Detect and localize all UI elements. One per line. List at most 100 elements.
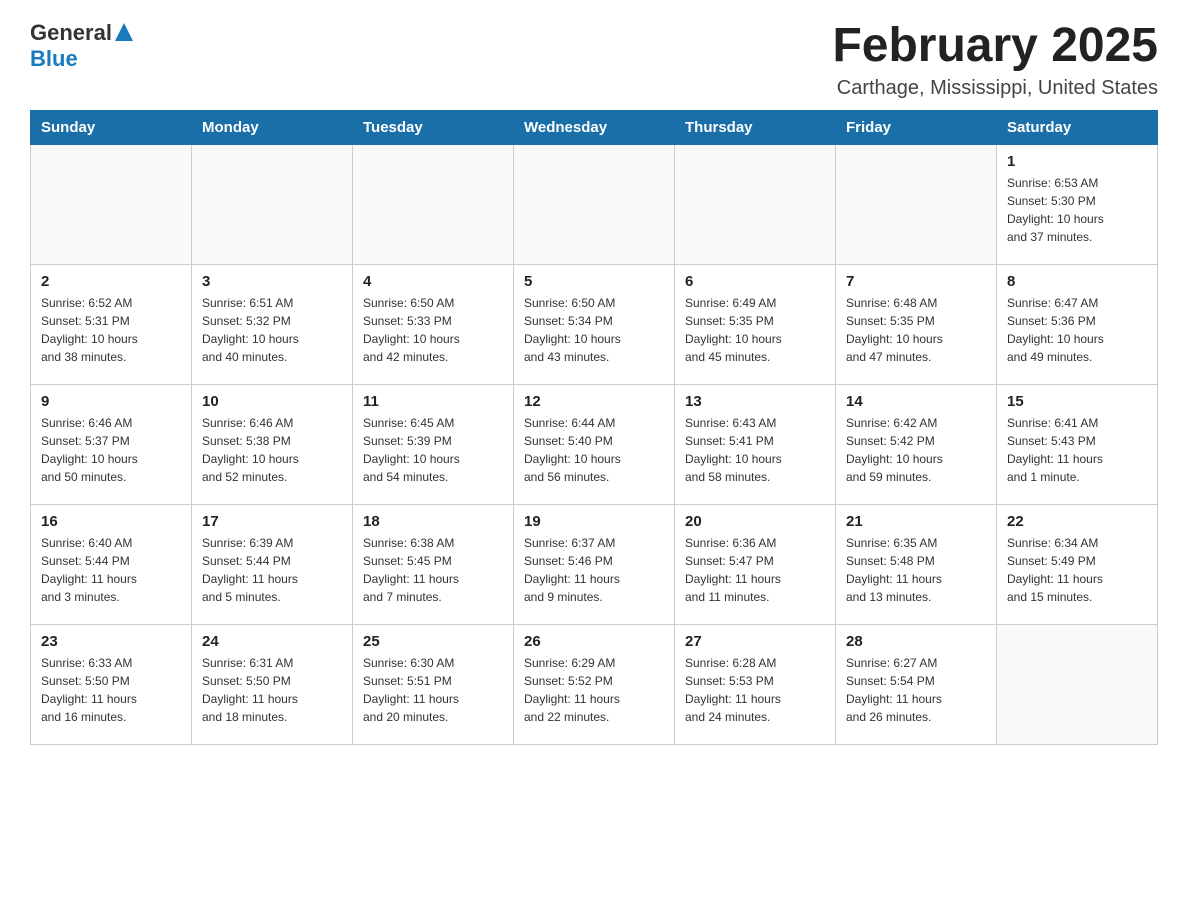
day-info: Sunrise: 6:28 AM Sunset: 5:53 PM Dayligh… — [685, 654, 825, 726]
calendar-cell — [836, 144, 997, 264]
calendar-week-row: 2 Sunrise: 6:52 AM Sunset: 5:31 PM Daylig… — [31, 264, 1158, 384]
calendar-cell: 2 Sunrise: 6:52 AM Sunset: 5:31 PM Daylig… — [31, 264, 192, 384]
weekday-header-row: SundayMondayTuesdayWednesdayThursdayFrid… — [31, 110, 1158, 144]
weekday-header-tuesday: Tuesday — [353, 110, 514, 144]
calendar-cell: 13 Sunrise: 6:43 AM Sunset: 5:41 PM Dayli… — [675, 384, 836, 504]
calendar-cell — [31, 144, 192, 264]
calendar-cell: 16 Sunrise: 6:40 AM Sunset: 5:44 PM Dayli… — [31, 504, 192, 624]
calendar-cell: 25Sunrise: 6:30 AM Sunset: 5:51 PM Dayli… — [353, 624, 514, 744]
day-info: Sunrise: 6:46 AM Sunset: 5:38 PM Dayligh… — [202, 414, 342, 486]
logo-triangle-icon — [115, 23, 133, 41]
calendar-cell: 22Sunrise: 6:34 AM Sunset: 5:49 PM Dayli… — [997, 504, 1158, 624]
calendar-cell: 24 Sunrise: 6:31 AM Sunset: 5:50 PM Dayli… — [192, 624, 353, 744]
calendar-week-row: 1Sunrise: 6:53 AM Sunset: 5:30 PM Daylig… — [31, 144, 1158, 264]
day-number: 7 — [846, 273, 986, 290]
day-number: 10 — [202, 393, 342, 410]
calendar-cell: 27 Sunrise: 6:28 AM Sunset: 5:53 PM Dayli… — [675, 624, 836, 744]
day-info: Sunrise: 6:39 AM Sunset: 5:44 PM Dayligh… — [202, 534, 342, 606]
calendar-cell: 23Sunrise: 6:33 AM Sunset: 5:50 PM Dayli… — [31, 624, 192, 744]
day-info: Sunrise: 6:49 AM Sunset: 5:35 PM Dayligh… — [685, 294, 825, 366]
page-subtitle: Carthage, Mississippi, United States — [832, 77, 1158, 100]
weekday-header-monday: Monday — [192, 110, 353, 144]
day-info: Sunrise: 6:27 AM Sunset: 5:54 PM Dayligh… — [846, 654, 986, 726]
calendar-week-row: 16 Sunrise: 6:40 AM Sunset: 5:44 PM Dayli… — [31, 504, 1158, 624]
day-number: 2 — [41, 273, 181, 290]
calendar-cell: 17 Sunrise: 6:39 AM Sunset: 5:44 PM Dayli… — [192, 504, 353, 624]
day-info: Sunrise: 6:31 AM Sunset: 5:50 PM Dayligh… — [202, 654, 342, 726]
logo-blue-text: Blue — [30, 46, 78, 72]
day-number: 14 — [846, 393, 986, 410]
day-number: 26 — [524, 633, 664, 650]
calendar-cell: 21Sunrise: 6:35 AM Sunset: 5:48 PM Dayli… — [836, 504, 997, 624]
day-info: Sunrise: 6:50 AM Sunset: 5:34 PM Dayligh… — [524, 294, 664, 366]
weekday-header-friday: Friday — [836, 110, 997, 144]
calendar-cell: 6Sunrise: 6:49 AM Sunset: 5:35 PM Daylig… — [675, 264, 836, 384]
day-info: Sunrise: 6:44 AM Sunset: 5:40 PM Dayligh… — [524, 414, 664, 486]
day-number: 12 — [524, 393, 664, 410]
day-number: 9 — [41, 393, 181, 410]
calendar-cell: 20 Sunrise: 6:36 AM Sunset: 5:47 PM Dayli… — [675, 504, 836, 624]
day-info: Sunrise: 6:36 AM Sunset: 5:47 PM Dayligh… — [685, 534, 825, 606]
day-info: Sunrise: 6:40 AM Sunset: 5:44 PM Dayligh… — [41, 534, 181, 606]
day-number: 16 — [41, 513, 181, 530]
calendar-cell: 12 Sunrise: 6:44 AM Sunset: 5:40 PM Dayli… — [514, 384, 675, 504]
day-number: 28 — [846, 633, 986, 650]
weekday-header-saturday: Saturday — [997, 110, 1158, 144]
calendar-week-row: 9 Sunrise: 6:46 AM Sunset: 5:37 PM Daylig… — [31, 384, 1158, 504]
day-number: 18 — [363, 513, 503, 530]
day-info: Sunrise: 6:30 AM Sunset: 5:51 PM Dayligh… — [363, 654, 503, 726]
calendar-cell: 11 Sunrise: 6:45 AM Sunset: 5:39 PM Dayli… — [353, 384, 514, 504]
calendar-table: SundayMondayTuesdayWednesdayThursdayFrid… — [30, 110, 1158, 745]
day-info: Sunrise: 6:47 AM Sunset: 5:36 PM Dayligh… — [1007, 294, 1147, 366]
day-number: 22 — [1007, 513, 1147, 530]
calendar-cell: 14 Sunrise: 6:42 AM Sunset: 5:42 PM Dayli… — [836, 384, 997, 504]
logo-general-text: General — [30, 20, 112, 46]
day-info: Sunrise: 6:51 AM Sunset: 5:32 PM Dayligh… — [202, 294, 342, 366]
day-number: 4 — [363, 273, 503, 290]
day-info: Sunrise: 6:41 AM Sunset: 5:43 PM Dayligh… — [1007, 414, 1147, 486]
calendar-cell: 1Sunrise: 6:53 AM Sunset: 5:30 PM Daylig… — [997, 144, 1158, 264]
calendar-cell — [675, 144, 836, 264]
day-info: Sunrise: 6:43 AM Sunset: 5:41 PM Dayligh… — [685, 414, 825, 486]
day-info: Sunrise: 6:37 AM Sunset: 5:46 PM Dayligh… — [524, 534, 664, 606]
calendar-cell — [514, 144, 675, 264]
day-info: Sunrise: 6:42 AM Sunset: 5:42 PM Dayligh… — [846, 414, 986, 486]
day-number: 3 — [202, 273, 342, 290]
weekday-header-sunday: Sunday — [31, 110, 192, 144]
weekday-header-wednesday: Wednesday — [514, 110, 675, 144]
day-number: 23 — [41, 633, 181, 650]
calendar-header: SundayMondayTuesdayWednesdayThursdayFrid… — [31, 110, 1158, 144]
day-info: Sunrise: 6:46 AM Sunset: 5:37 PM Dayligh… — [41, 414, 181, 486]
calendar-cell: 5 Sunrise: 6:50 AM Sunset: 5:34 PM Daylig… — [514, 264, 675, 384]
day-number: 24 — [202, 633, 342, 650]
day-number: 21 — [846, 513, 986, 530]
logo: General Blue — [30, 20, 133, 72]
day-info: Sunrise: 6:38 AM Sunset: 5:45 PM Dayligh… — [363, 534, 503, 606]
calendar-cell: 15 Sunrise: 6:41 AM Sunset: 5:43 PM Dayli… — [997, 384, 1158, 504]
calendar-cell: 26 Sunrise: 6:29 AM Sunset: 5:52 PM Dayli… — [514, 624, 675, 744]
calendar-body: 1Sunrise: 6:53 AM Sunset: 5:30 PM Daylig… — [31, 144, 1158, 744]
calendar-cell: 3 Sunrise: 6:51 AM Sunset: 5:32 PM Daylig… — [192, 264, 353, 384]
day-number: 13 — [685, 393, 825, 410]
calendar-cell: 4 Sunrise: 6:50 AM Sunset: 5:33 PM Daylig… — [353, 264, 514, 384]
calendar-cell — [192, 144, 353, 264]
calendar-cell — [997, 624, 1158, 744]
calendar-cell: 9 Sunrise: 6:46 AM Sunset: 5:37 PM Daylig… — [31, 384, 192, 504]
calendar-cell: 18 Sunrise: 6:38 AM Sunset: 5:45 PM Dayli… — [353, 504, 514, 624]
day-number: 27 — [685, 633, 825, 650]
day-info: Sunrise: 6:45 AM Sunset: 5:39 PM Dayligh… — [363, 414, 503, 486]
calendar-cell — [353, 144, 514, 264]
weekday-header-thursday: Thursday — [675, 110, 836, 144]
day-number: 17 — [202, 513, 342, 530]
day-number: 15 — [1007, 393, 1147, 410]
day-info: Sunrise: 6:52 AM Sunset: 5:31 PM Dayligh… — [41, 294, 181, 366]
calendar-cell: 7Sunrise: 6:48 AM Sunset: 5:35 PM Daylig… — [836, 264, 997, 384]
calendar-cell: 10 Sunrise: 6:46 AM Sunset: 5:38 PM Dayli… — [192, 384, 353, 504]
day-number: 11 — [363, 393, 503, 410]
calendar-cell: 8 Sunrise: 6:47 AM Sunset: 5:36 PM Daylig… — [997, 264, 1158, 384]
day-info: Sunrise: 6:50 AM Sunset: 5:33 PM Dayligh… — [363, 294, 503, 366]
day-number: 5 — [524, 273, 664, 290]
day-info: Sunrise: 6:29 AM Sunset: 5:52 PM Dayligh… — [524, 654, 664, 726]
day-number: 20 — [685, 513, 825, 530]
day-number: 8 — [1007, 273, 1147, 290]
